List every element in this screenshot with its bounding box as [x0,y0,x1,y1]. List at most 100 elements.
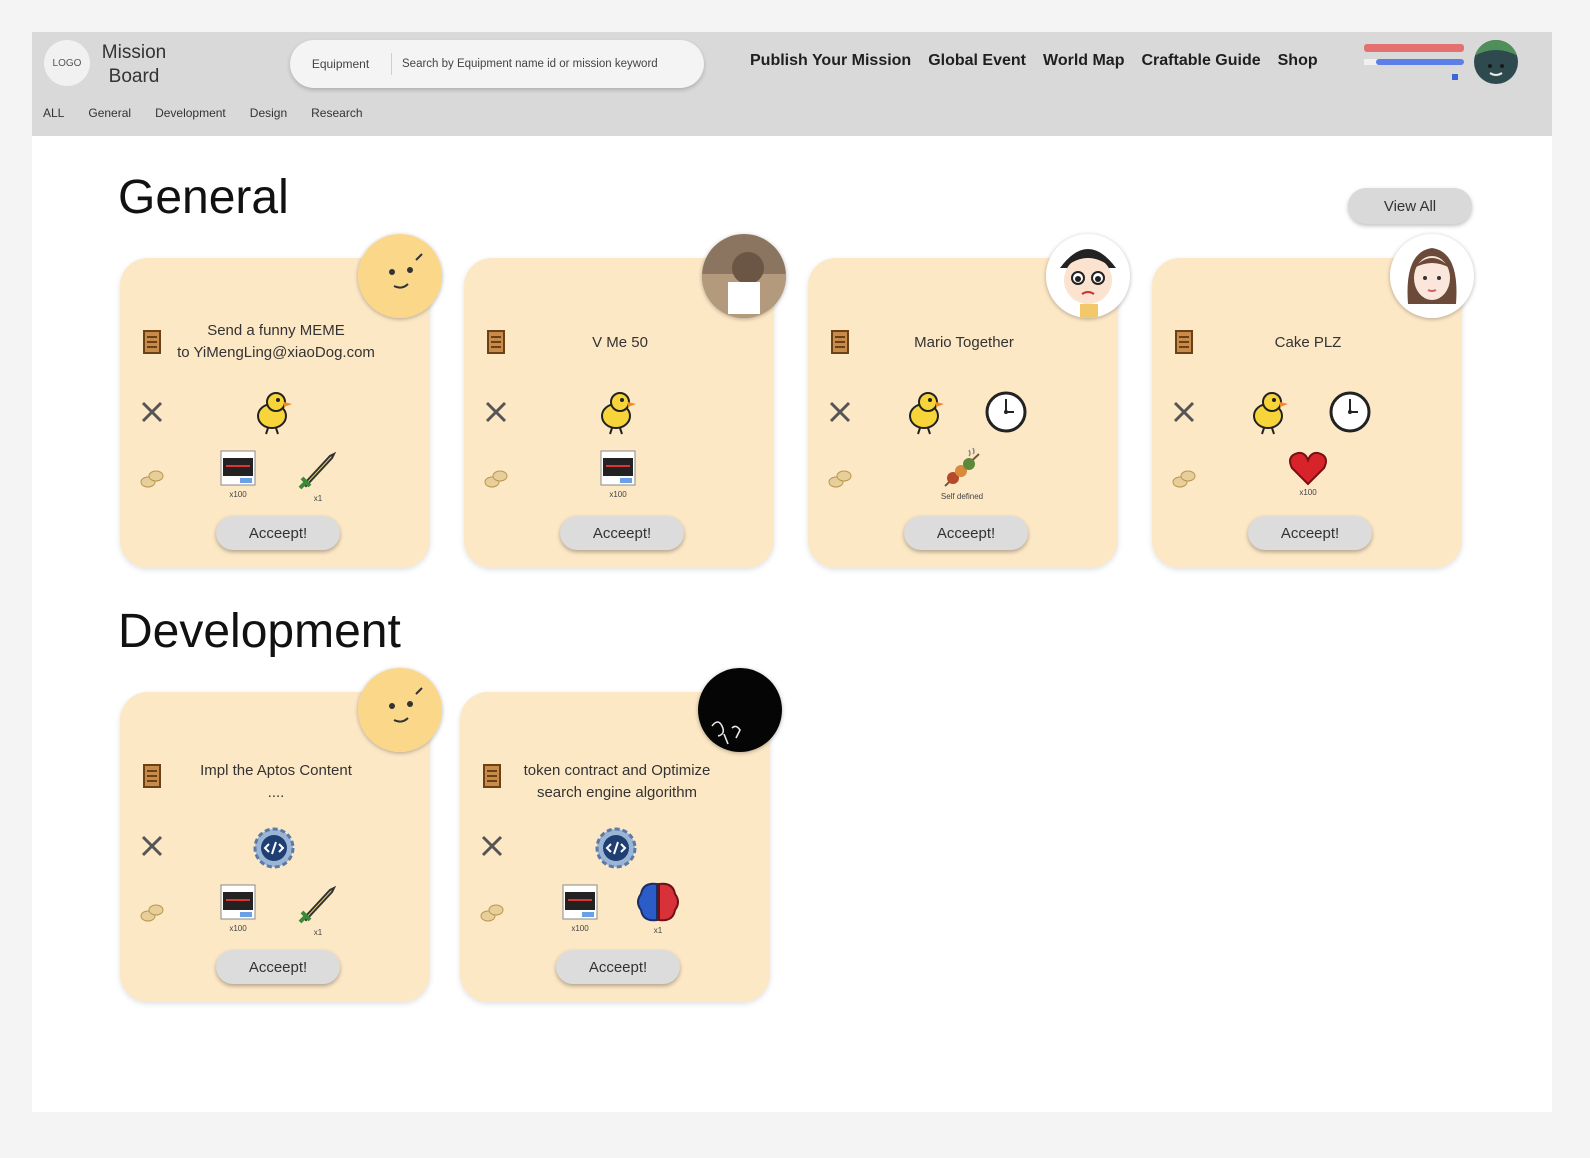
nav-global-event[interactable]: Global Event [928,52,1026,70]
mana-bar [1376,59,1464,65]
currency-card-icon [600,450,636,486]
crossed-swords-icon [1173,401,1195,423]
search-input[interactable] [392,58,704,70]
status-dot [1452,74,1458,80]
search-category-select[interactable]: Equipment [290,53,392,75]
reward-qty: x100 [229,490,247,499]
crossed-swords-icon [829,401,851,423]
scroll-icon [831,330,849,354]
nav-craftable-guide[interactable]: Craftable Guide [1141,52,1260,70]
coins-icon [140,470,164,488]
mission-title-line-1: Cake PLZ [1274,334,1342,351]
accept-button[interactable]: Acceept! [560,516,684,550]
sword-icon [298,885,337,924]
poster-avatar-dark[interactable] [698,668,782,752]
reward-item: x100 [552,882,608,933]
mission-card[interactable]: Impl the Aptos Content .... x100 x1 Acce… [120,668,442,1002]
reward-qty: x100 [1299,488,1317,497]
nav-publish-mission[interactable]: Publish Your Mission [750,52,911,70]
accept-button[interactable]: Acceept! [556,950,680,984]
view-all-button[interactable]: View All [1348,188,1472,224]
coins-icon [484,470,508,488]
mission-title-line-1: Send a funny MEME [207,322,345,339]
tab-design[interactable]: Design [250,106,287,120]
scroll-icon [1175,330,1193,354]
mission-title-line-2: to YiMengLing@xiaoDog.com [177,344,375,361]
health-bar [1364,44,1464,52]
code-gear-icon [253,827,295,869]
mission-card[interactable]: Send a funny MEME to YiMengLing@xiaoDog.… [120,234,442,568]
section-title-development: Development [118,605,401,658]
duck-icon [257,392,292,435]
accept-button[interactable]: Acceept! [216,516,340,550]
poster-avatar-doge[interactable] [358,234,442,318]
search-bar: Equipment [290,40,704,88]
poster-avatar-photo[interactable] [702,234,786,318]
brain-icon [637,882,679,922]
accept-button[interactable]: Acceept! [1248,516,1372,550]
code-gear-icon [595,827,637,869]
reward-item: x100 [210,448,266,499]
poster-avatar-doge[interactable] [358,668,442,752]
coins-icon [480,904,504,922]
top-bar: LOGO Mission Board Equipment Publish You… [32,32,1552,136]
reward-item: x100 [210,882,266,933]
coins-icon [1172,470,1196,488]
reward-qty: x100 [229,924,247,933]
sword-icon [298,451,337,490]
duck-icon [601,392,636,435]
reward-item: x1 [290,448,346,503]
logo[interactable]: LOGO [44,40,90,86]
poster-avatar-girl[interactable] [1390,234,1474,318]
coins-icon [828,470,852,488]
brand-line-1: Mission [101,42,167,63]
duck-icon [909,392,944,435]
reward-qty: x100 [571,924,589,933]
main-nav: Publish Your Mission Global Event World … [750,52,1318,70]
reward-qty: x1 [313,494,323,503]
reward-item: x100 [1280,450,1336,497]
reward-qty: x1 [653,926,663,935]
mission-card[interactable]: Mario Together Self defined Acceept! [808,234,1130,568]
nav-world-map[interactable]: World Map [1043,52,1124,70]
mission-title: V Me 50 [510,332,730,354]
user-avatar[interactable] [1474,40,1518,84]
mission-card[interactable]: V Me 50 x100 Acceept! [464,234,786,568]
crossed-swords-icon [141,401,163,423]
tab-general[interactable]: General [88,106,131,120]
mission-title-line-1: Impl the Aptos Content [200,762,352,779]
clock-icon [985,391,1027,433]
nav-shop[interactable]: Shop [1278,52,1318,70]
mission-title: Send a funny MEME to YiMengLing@xiaoDog.… [166,320,386,364]
reward-qty: Self defined [940,492,984,501]
brand-name: Mission Board [92,41,176,89]
coins-icon [140,904,164,922]
scroll-icon [143,764,161,788]
mission-title: token contract and Optimize search engin… [502,760,732,804]
reward-item: x100 [590,448,646,499]
accept-button[interactable]: Acceept! [216,950,340,984]
reward-item: x1 [630,880,686,935]
currency-card-icon [220,450,256,486]
brand-line-2: Board [108,66,160,87]
reward-qty: x1 [313,928,323,937]
section-title-general: General [118,171,289,224]
mission-card[interactable]: token contract and Optimize search engin… [460,668,782,1002]
mission-title: Mario Together [854,332,1074,354]
crossed-swords-icon [485,401,507,423]
mission-title-line-2: search engine algorithm [536,784,698,801]
tab-all[interactable]: ALL [43,106,64,120]
player-status-bars [1364,44,1468,86]
mission-title-line-1: token contract and Optimize [523,762,711,779]
poster-avatar-cartoon-boy[interactable] [1046,234,1130,318]
reward-item: x1 [290,882,346,937]
mission-title: Cake PLZ [1198,332,1418,354]
tab-development[interactable]: Development [155,106,226,120]
duck-icon [1253,392,1288,435]
crossed-swords-icon [141,835,163,857]
tab-research[interactable]: Research [311,106,362,120]
scroll-icon [143,330,161,354]
accept-button[interactable]: Acceept! [904,516,1028,550]
page-frame: LOGO Mission Board Equipment Publish You… [32,32,1552,1112]
mission-card[interactable]: Cake PLZ x100 Acceept! [1152,234,1474,568]
